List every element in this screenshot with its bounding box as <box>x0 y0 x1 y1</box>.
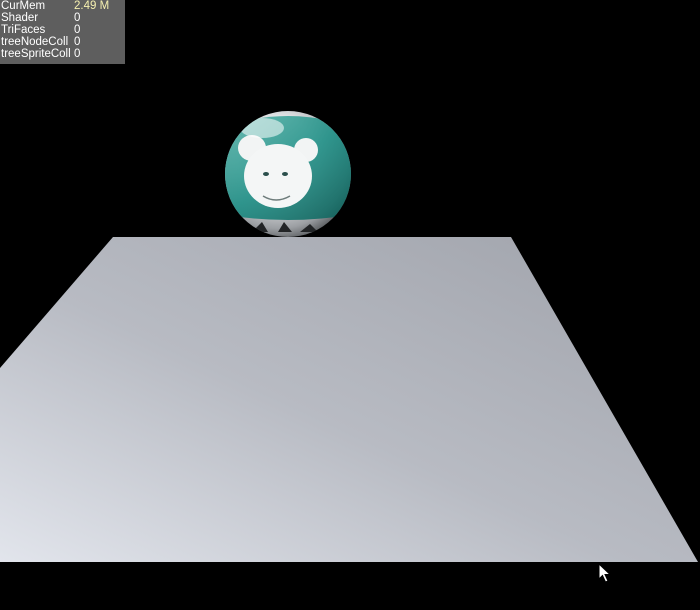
stat-label: treeNodeColl <box>1 36 69 48</box>
arrow-cursor-icon <box>598 563 612 583</box>
stat-value: 2.49 M <box>74 0 110 12</box>
stat-value: 0 <box>74 48 81 60</box>
sphere-object <box>225 111 351 237</box>
stat-row-treenodecoll: treeNodeColl 0 <box>0 36 125 48</box>
stat-label: Shader <box>1 12 39 24</box>
stat-row-treespritecoll: treeSpriteColl 0 <box>0 48 125 60</box>
ground-plane <box>0 237 698 562</box>
stat-row-trifaces: TriFaces 0 <box>0 24 125 36</box>
stat-row-shader: Shader 0 <box>0 12 125 24</box>
stat-label: CurMem <box>1 0 46 12</box>
stat-value: 0 <box>74 36 81 48</box>
stat-label: treeSpriteColl <box>1 48 71 60</box>
debug-stats-panel: CurMem 2.49 M Shader 0 TriFaces 0 treeNo… <box>0 0 125 64</box>
3d-viewport[interactable] <box>0 0 700 610</box>
stat-value: 0 <box>74 12 81 24</box>
stat-label: TriFaces <box>1 24 46 36</box>
stat-value: 0 <box>74 24 81 36</box>
stat-row-curmem: CurMem 2.49 M <box>0 0 125 12</box>
